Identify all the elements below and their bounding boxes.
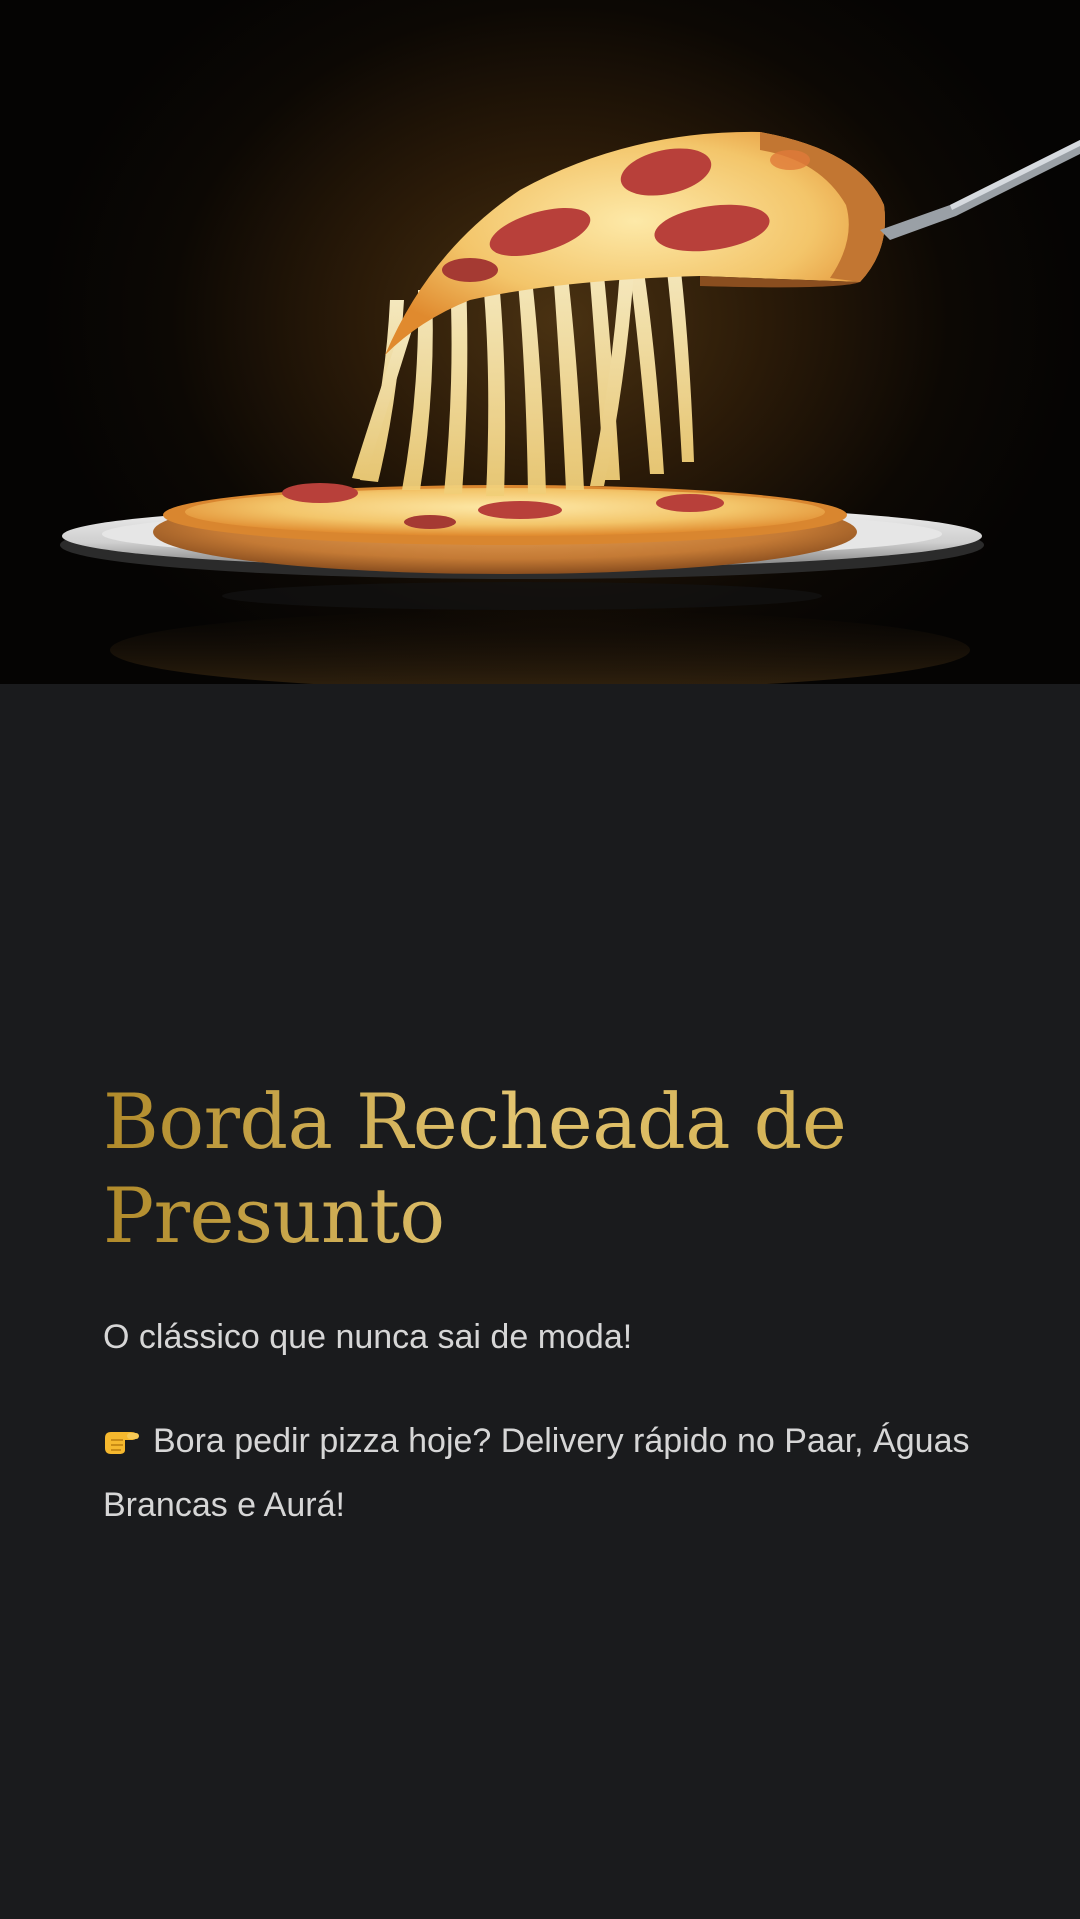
- post-title: Borda Recheada de Presunto: [103, 1075, 983, 1263]
- pizza-illustration: [60, 131, 1080, 684]
- cta-text: Bora pedir pizza hoje? Delivery rápido n…: [103, 1422, 970, 1524]
- pointing-right-hand-icon: [103, 1415, 143, 1475]
- page: Borda Recheada de Presunto O clássico qu…: [0, 0, 1080, 1919]
- pizza-cheese-pull-image: [0, 0, 1080, 684]
- post-subtitle: O clássico que nunca sai de moda!: [103, 1318, 633, 1356]
- post-caption: Borda Recheada de Presunto O clássico qu…: [103, 1075, 983, 1535]
- post-call-to-action: Bora pedir pizza hoje? Delivery rápido n…: [103, 1411, 983, 1535]
